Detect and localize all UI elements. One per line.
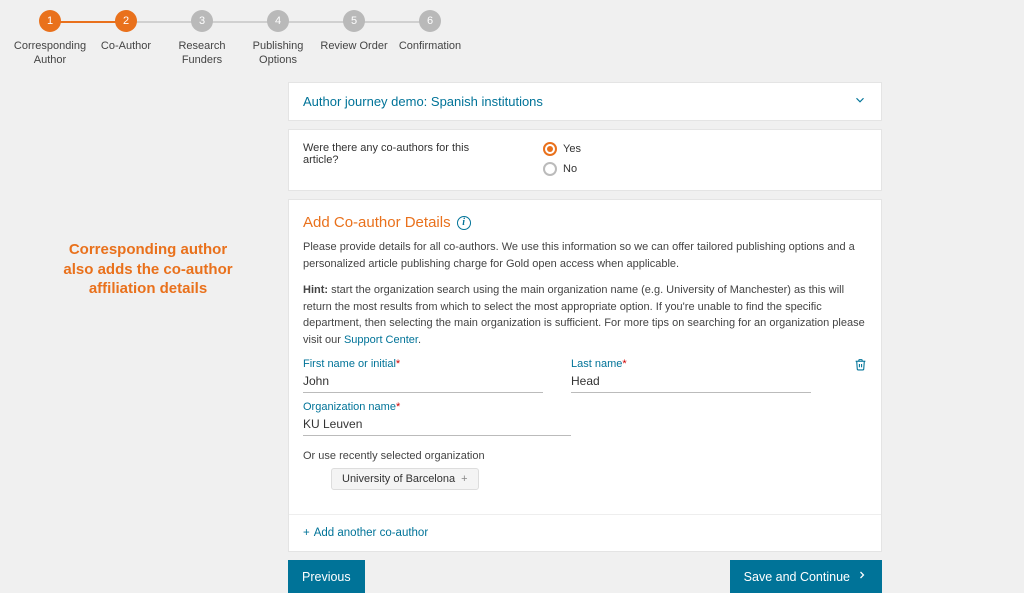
journey-accordion-header[interactable]: Author journey demo: Spanish institution…	[288, 82, 882, 121]
step-label: Co-Author	[101, 40, 151, 54]
save-continue-button[interactable]: Save and Continue	[730, 560, 882, 593]
last-name-input[interactable]	[571, 372, 811, 393]
previous-button[interactable]: Previous	[288, 560, 365, 593]
delete-coauthor-icon[interactable]	[854, 358, 867, 374]
main-content: Author journey demo: Spanish institution…	[288, 82, 882, 593]
button-label: Save and Continue	[744, 570, 850, 584]
chevron-right-icon	[856, 569, 868, 584]
section-heading: Add Co-author Details i	[303, 214, 867, 231]
annotation-callout: Corresponding author also adds the co-au…	[56, 240, 240, 299]
first-name-field: First name or initial*	[303, 358, 543, 393]
step-number: 3	[191, 10, 213, 32]
add-another-coauthor-link[interactable]: + Add another co-author	[303, 527, 428, 539]
step-number: 6	[419, 10, 441, 32]
radio-icon	[543, 162, 557, 176]
radio-yes[interactable]: Yes	[543, 142, 581, 156]
plus-icon: +	[461, 473, 467, 485]
radio-icon	[543, 142, 557, 156]
step-label: Research Funders	[164, 40, 240, 68]
recent-org-label: Or use recently selected organization	[303, 450, 867, 462]
footer-buttons: Previous Save and Continue	[288, 560, 882, 593]
chevron-down-icon	[853, 93, 867, 110]
step-co-author[interactable]: 2 Co-Author	[88, 10, 164, 54]
radio-label: Yes	[563, 143, 581, 155]
step-number: 4	[267, 10, 289, 32]
organization-input[interactable]	[303, 415, 571, 436]
chip-text: University of Barcelona	[342, 473, 455, 485]
step-number: 1	[39, 10, 61, 32]
step-label: Confirmation	[399, 40, 461, 54]
first-name-input[interactable]	[303, 372, 543, 393]
organization-field: Organization name*	[303, 401, 571, 436]
journey-title: Author journey demo: Spanish institution…	[303, 94, 543, 109]
info-icon[interactable]: i	[457, 216, 471, 230]
step-confirmation[interactable]: 6 Confirmation	[392, 10, 468, 54]
support-center-link[interactable]: Support Center	[344, 334, 418, 346]
last-name-label: Last name*	[571, 358, 811, 370]
hint-label: Hint:	[303, 284, 328, 296]
radio-no[interactable]: No	[543, 162, 581, 176]
last-name-field: Last name*	[571, 358, 811, 393]
recent-org-chip[interactable]: University of Barcelona +	[331, 468, 479, 490]
section-intro: Please provide details for all co-author…	[303, 239, 867, 272]
add-link-text: Add another co-author	[314, 527, 428, 539]
plus-icon: +	[303, 527, 310, 539]
coauthor-details-panel: Add Co-author Details i Please provide d…	[288, 199, 882, 552]
step-corresponding-author[interactable]: 1 Corresponding Author	[12, 10, 88, 68]
radio-label: No	[563, 163, 577, 175]
org-row: Organization name*	[303, 401, 867, 436]
step-label: Corresponding Author	[12, 40, 88, 68]
hint-after: .	[418, 334, 421, 346]
step-review-order[interactable]: 5 Review Order	[316, 10, 392, 54]
progress-stepper: 1 Corresponding Author 2 Co-Author 3 Res…	[0, 0, 1024, 68]
heading-text: Add Co-author Details	[303, 214, 451, 231]
first-name-label: First name or initial*	[303, 358, 543, 370]
step-publishing-options[interactable]: 4 Publishing Options	[240, 10, 316, 68]
coauthor-question-text: Were there any co-authors for this artic…	[303, 142, 503, 166]
section-hint: Hint: start the organization search usin…	[303, 282, 867, 348]
coauthor-question-panel: Were there any co-authors for this artic…	[288, 129, 882, 191]
step-number: 5	[343, 10, 365, 32]
step-label: Publishing Options	[240, 40, 316, 68]
add-coauthor-row: + Add another co-author	[289, 514, 881, 551]
name-row: First name or initial* Last name*	[303, 358, 867, 393]
organization-label: Organization name*	[303, 401, 571, 413]
step-number: 2	[115, 10, 137, 32]
step-research-funders[interactable]: 3 Research Funders	[164, 10, 240, 68]
step-label: Review Order	[320, 40, 387, 54]
button-label: Previous	[302, 570, 351, 584]
